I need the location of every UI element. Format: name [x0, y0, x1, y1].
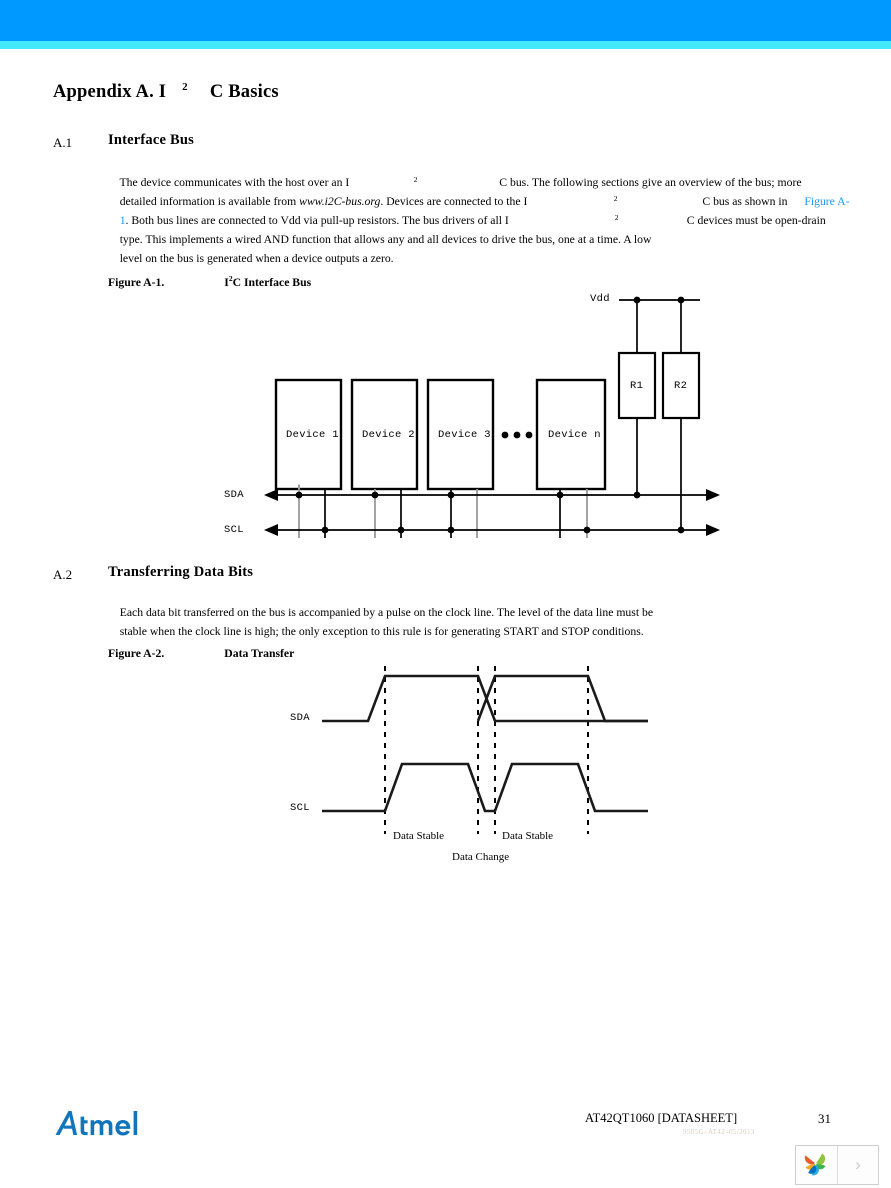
- sda-waveform-segment-1: [322, 674, 497, 723]
- sda-arrow-right: [706, 489, 720, 501]
- ellipsis-dot: [513, 431, 521, 439]
- ellipsis-dot: [525, 431, 533, 439]
- figure-caption-number: Figure A-1.: [108, 275, 165, 289]
- device-label: Device 2: [362, 429, 415, 441]
- sda-waveform-segment-2: [476, 674, 648, 723]
- sda-junction-dot: [371, 491, 379, 499]
- top-banner-secondary: [0, 41, 891, 49]
- figure-caption-number: Figure A-2.: [108, 647, 165, 660]
- scl-arrow-left: [264, 524, 278, 536]
- next-page-button[interactable]: ›: [836, 1146, 878, 1184]
- figure-a1-i2c-interface-bus: Device 1 Device 2 Device 3 Device n R1 R…: [200, 289, 740, 539]
- text-run: level on the bus is generated when a dev…: [119, 252, 394, 265]
- device-label: Device 3: [438, 429, 491, 441]
- scl-junction-dot: [677, 526, 685, 534]
- atmel-logo: [55, 1108, 150, 1140]
- sda-junction-dot: [633, 491, 641, 499]
- section-number-a1: A.1: [53, 135, 73, 150]
- flower-logo-button[interactable]: [796, 1146, 837, 1184]
- footer-document-code: 9505G–AT42–05/2013: [683, 1128, 755, 1136]
- sda-junction-dot: [556, 491, 564, 499]
- atmel-logo-mark: [55, 1111, 138, 1136]
- scl-arrow-right: [706, 524, 720, 536]
- annotation-data-change: Data Change: [452, 851, 510, 863]
- sda-arrow-left: [264, 489, 278, 501]
- sda-junction-dot: [447, 491, 455, 499]
- superscript-marker: 2: [603, 198, 619, 241]
- figure-a1-caption: Figure A-1. I2C Interface Bus: [108, 274, 311, 289]
- text-run: stable when the clock line is high; the …: [119, 625, 644, 638]
- device-label: Device 1: [286, 429, 339, 441]
- scl-junction-dot: [447, 526, 455, 534]
- section-number-a2: A.2: [53, 567, 73, 582]
- scl-waveform: [322, 762, 648, 813]
- paragraph-line: stable when the clock line is high; the …: [108, 612, 644, 651]
- i2c-bus-schematic: [264, 296, 720, 538]
- top-banner-primary: [0, 0, 891, 41]
- text-run: 2: [413, 175, 418, 184]
- viewer-overlay-controls: ›: [795, 1145, 879, 1185]
- annotation-data-stable-2: Data Stable: [502, 830, 554, 842]
- scl-junction-dot: [397, 526, 405, 534]
- text-run: C devices must be open-drain: [686, 214, 826, 227]
- scl-signal-label: SCL: [290, 802, 310, 814]
- data-transfer-timing-diagram: [322, 666, 648, 834]
- sda-bus-label: SDA: [224, 489, 244, 501]
- timing-guides: [384, 666, 589, 834]
- flower-petals-icon: [805, 1153, 826, 1176]
- superscript-marker: 2: [402, 160, 418, 203]
- device-label: Device n: [548, 429, 601, 441]
- figure-a2-data-transfer: SDA SCL Data Stable Data Stable Data Cha…: [280, 654, 680, 884]
- scl-bus-label: SCL: [224, 524, 244, 536]
- resistor-label-r2: R2: [674, 380, 688, 392]
- paragraph-line: level on the bus is generated when a dev…: [108, 239, 394, 278]
- footer-document-title: AT42QT1060 [DATASHEET]: [585, 1111, 738, 1125]
- text-run: 2: [614, 213, 619, 222]
- figure-caption-title: C Interface Bus: [232, 275, 312, 289]
- footer-page-number: 31: [818, 1111, 831, 1126]
- appendix-title-superscript: 2: [182, 81, 188, 93]
- ellipsis-dot: [501, 431, 509, 439]
- resistor-label-r1: R1: [630, 380, 644, 392]
- scl-junction-dot: [583, 526, 591, 534]
- section-heading-a2: Transferring Data Bits: [108, 564, 254, 580]
- scl-junction-dot: [321, 526, 329, 534]
- appendix-title-prefix: Appendix A. I: [53, 82, 167, 103]
- annotation-data-stable-1: Data Stable: [393, 830, 445, 842]
- appendix-title: Appendix A. I 2 C Basics: [53, 81, 279, 103]
- sda-signal-label: SDA: [290, 712, 310, 724]
- sda-junction-dot: [295, 491, 303, 499]
- figure-a2-caption: Figure A-2. Data Transfer: [108, 647, 294, 660]
- section-heading-a1: Interface Bus: [108, 132, 194, 148]
- appendix-title-suffix: C Basics: [209, 82, 279, 103]
- chevron-right-icon: ›: [855, 1155, 861, 1174]
- vdd-label: Vdd: [590, 293, 610, 305]
